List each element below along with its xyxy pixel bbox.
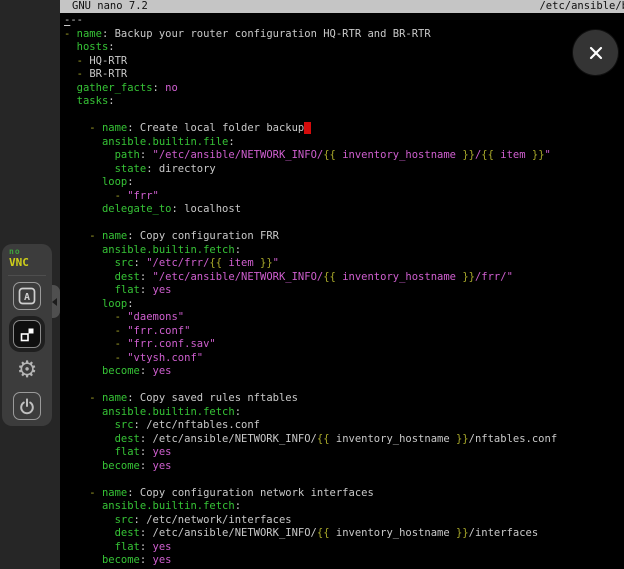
code-line: src: /etc/nftables.conf [64, 419, 624, 433]
fullscreen-icon [19, 326, 36, 343]
code-line: tasks: [64, 95, 624, 109]
code-line: become: yes [64, 460, 624, 474]
code-line: ansible.builtin.fetch: [64, 406, 624, 420]
code-line: dest: /etc/ansible/NETWORK_INFO/{{ inven… [64, 433, 624, 447]
code-line: - "frr.conf.sav" [64, 338, 624, 352]
code-line: become: yes [64, 554, 624, 568]
code-line [64, 109, 624, 123]
novnc-control-bar: no VNC A ⚙ [2, 244, 52, 426]
code-line: - name: Copy configuration FRR [64, 230, 624, 244]
collapse-arrow-icon [52, 298, 57, 306]
power-icon [18, 397, 36, 415]
screen: GNU nano 7.2 /etc/ansible/b ---- name: B… [0, 0, 624, 569]
code-line: path: "/etc/ansible/NETWORK_INFO/{{ inve… [64, 149, 624, 163]
code-line: - name: Create local folder backup [64, 122, 624, 136]
svg-text:A: A [24, 292, 30, 303]
nano-version-label: GNU nano 7.2 [72, 0, 148, 13]
settings-button[interactable]: ⚙ [13, 356, 41, 384]
code-line: loop: [64, 176, 624, 190]
close-button[interactable] [573, 30, 618, 75]
code-line: become: yes [64, 365, 624, 379]
code-line [64, 217, 624, 231]
terminal-window: GNU nano 7.2 /etc/ansible/b ---- name: B… [60, 0, 624, 569]
novnc-logo-top: no [9, 248, 29, 256]
fullscreen-button[interactable] [13, 320, 41, 348]
code-line: loop: [64, 298, 624, 312]
code-line [64, 473, 624, 487]
editor-content[interactable]: ---- name: Backup your router configurat… [60, 13, 624, 569]
code-line: - name: Copy saved rules nftables [64, 392, 624, 406]
keyboard-key-icon: A [18, 287, 36, 305]
code-line: flat: yes [64, 541, 624, 555]
code-line: ansible.builtin.fetch: [64, 500, 624, 514]
code-line: - "frr" [64, 190, 624, 204]
nano-filepath: /etc/ansible/b [539, 0, 624, 13]
code-line: ansible.builtin.file: [64, 136, 624, 150]
code-line: src: /etc/network/interfaces [64, 514, 624, 528]
novnc-logo-bottom: VNC [9, 257, 29, 268]
code-line: - name: Backup your router configuration… [64, 28, 624, 42]
code-line: - "vtysh.conf" [64, 352, 624, 366]
power-button[interactable] [13, 392, 41, 420]
code-line: flat: yes [64, 446, 624, 460]
close-icon [587, 44, 605, 62]
code-line: hosts: [64, 41, 624, 55]
code-line: - name: Copy configuration network inter… [64, 487, 624, 501]
code-line: gather_facts: no [64, 82, 624, 96]
code-line [64, 379, 624, 393]
code-line: ansible.builtin.fetch: [64, 244, 624, 258]
code-line: dest: /etc/ansible/NETWORK_INFO/{{ inven… [64, 527, 624, 541]
code-line: - "frr.conf" [64, 325, 624, 339]
keyboard-button[interactable]: A [13, 282, 41, 310]
code-line: - BR-RTR [64, 68, 624, 82]
code-line: src: "/etc/frr/{{ item }}" [64, 257, 624, 271]
code-line: - "daemons" [64, 311, 624, 325]
nano-titlebar: GNU nano 7.2 /etc/ansible/b [60, 0, 624, 13]
code-line: delegate_to: localhost [64, 203, 624, 217]
panel-divider [8, 275, 46, 276]
code-line: - HQ-RTR [64, 55, 624, 69]
code-line: --- [64, 14, 624, 28]
code-line: state: directory [64, 163, 624, 177]
code-line: dest: "/etc/ansible/NETWORK_INFO/{{ inve… [64, 271, 624, 285]
gear-icon: ⚙ [17, 359, 38, 382]
novnc-logo: no VNC [9, 248, 29, 268]
code-line: flat: yes [64, 284, 624, 298]
